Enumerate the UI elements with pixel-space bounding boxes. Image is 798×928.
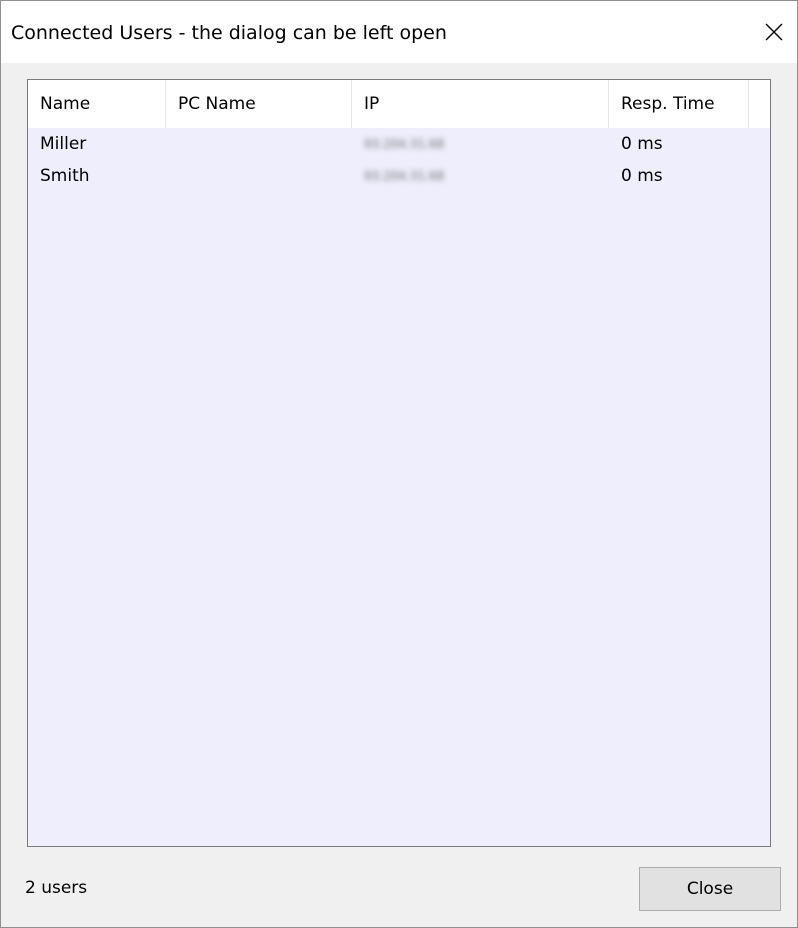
cell-ip: 93.204.31.68 [364, 169, 445, 183]
list-row[interactable]: Miller 93.204.31.68 0 ms [28, 128, 770, 160]
list-header: Name PC Name IP Resp. Time [28, 80, 770, 128]
column-header-filler [749, 80, 770, 128]
column-header-ip[interactable]: IP [352, 80, 609, 128]
column-header-resp-time[interactable]: Resp. Time [609, 80, 749, 128]
close-button[interactable]: Close [639, 867, 781, 911]
cell-name: Smith [40, 166, 90, 186]
cell-ip: 93.204.31.68 [364, 137, 445, 151]
cell-name: Miller [40, 134, 87, 154]
cell-resp-time: 0 ms [621, 134, 663, 154]
column-header-name[interactable]: Name [28, 80, 166, 128]
list-rows: Miller 93.204.31.68 0 ms Smith 93.204.31… [28, 128, 770, 192]
cell-pc-name [166, 128, 352, 160]
users-list-view[interactable]: Name PC Name IP Resp. Time Miller 93.204… [27, 79, 771, 847]
connected-users-dialog: Connected Users - the dialog can be left… [0, 0, 798, 928]
cell-pc-name [166, 160, 352, 192]
cell-resp-time: 0 ms [621, 166, 663, 186]
list-row[interactable]: Smith 93.204.31.68 0 ms [28, 160, 770, 192]
dialog-title: Connected Users - the dialog can be left… [11, 22, 447, 44]
close-icon [765, 23, 783, 41]
column-header-pc-name[interactable]: PC Name [166, 80, 352, 128]
title-close-button[interactable] [757, 15, 791, 49]
user-count-status: 2 users [25, 878, 88, 898]
title-bar: Connected Users - the dialog can be left… [1, 1, 797, 63]
